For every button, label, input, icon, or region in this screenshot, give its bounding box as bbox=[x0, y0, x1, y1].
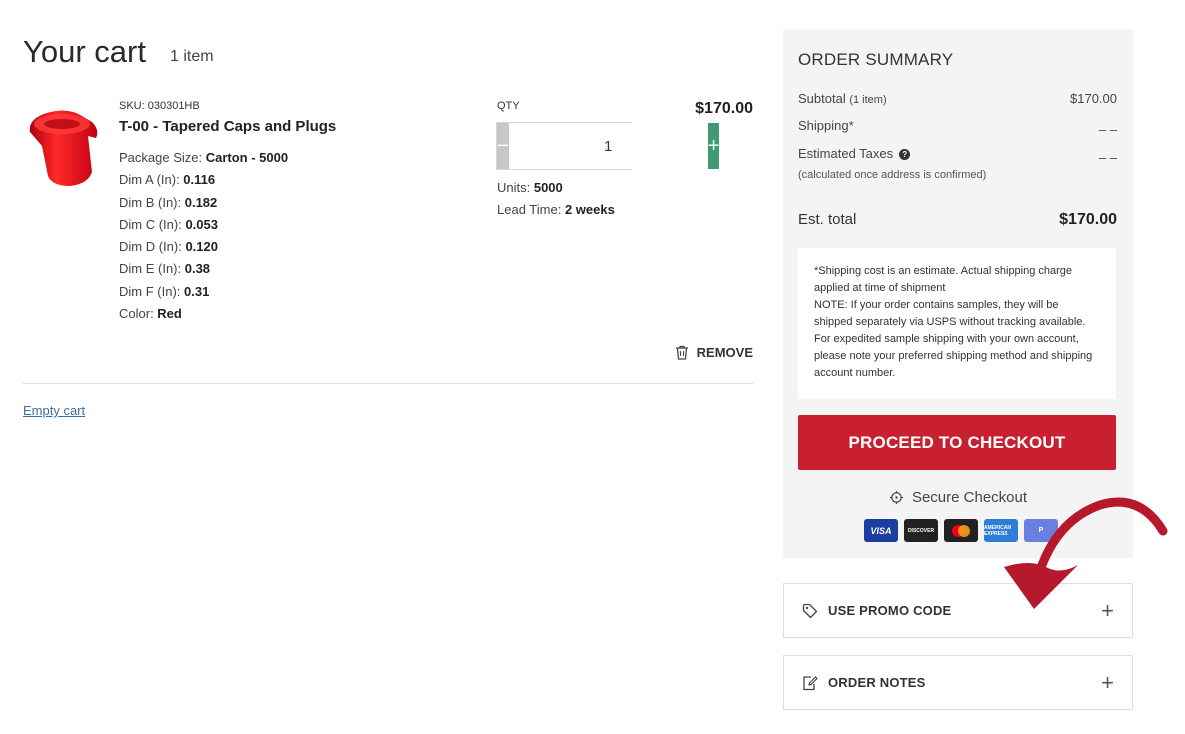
secure-checkout: Secure Checkout bbox=[783, 489, 1133, 506]
shipping-row: Shipping* – – bbox=[798, 118, 1117, 137]
qty-input[interactable] bbox=[508, 123, 708, 169]
amex-card-icon: AMERICAN EXPRESS bbox=[984, 519, 1018, 542]
product-attribute: Dim D (In): 0.120 bbox=[119, 239, 218, 255]
product-sku: SKU: 030301HB bbox=[119, 100, 200, 112]
estimated-total-label: Est. total bbox=[798, 211, 857, 228]
crosshair-icon bbox=[889, 490, 904, 505]
qty-increase-button[interactable]: + bbox=[707, 123, 720, 169]
shipping-value: – – bbox=[1098, 122, 1117, 137]
quantity-stepper: − + bbox=[496, 122, 720, 170]
order-notes-accordion[interactable]: ORDER NOTES + bbox=[783, 655, 1133, 710]
shipping-label: Shipping* bbox=[798, 118, 854, 133]
trash-icon bbox=[675, 345, 688, 360]
subtotal-value: $170.00 bbox=[1070, 91, 1117, 106]
plus-icon: + bbox=[1101, 669, 1114, 695]
taxes-note: (calculated once address is confirmed) bbox=[798, 169, 987, 181]
order-summary-panel: ORDER SUMMARY Subtotal (1 item) $170.00 … bbox=[783, 29, 1133, 558]
payment-cards: VISA DISCOVER AMERICAN EXPRESS P bbox=[864, 519, 1058, 542]
qty-label: QTY bbox=[497, 100, 520, 112]
secure-checkout-label: Secure Checkout bbox=[911, 489, 1028, 506]
product-attribute: Dim B (In): 0.182 bbox=[119, 194, 218, 210]
help-icon[interactable]: ? bbox=[899, 149, 911, 160]
lead-time-info: Lead Time: 2 weeks bbox=[497, 202, 615, 217]
divider bbox=[23, 383, 753, 384]
taxes-label: Estimated Taxes bbox=[798, 146, 894, 161]
product-attribute: Dim A (In): 0.116 bbox=[119, 172, 216, 188]
edit-note-icon bbox=[803, 675, 818, 690]
promo-code-label: USE PROMO CODE bbox=[828, 603, 952, 618]
estimated-total-row: Est. total $170.00 bbox=[798, 211, 1117, 229]
empty-cart-link[interactable]: Empty cart bbox=[23, 403, 85, 418]
remove-label: REMOVE bbox=[696, 345, 753, 360]
proceed-to-checkout-button[interactable]: PROCEED TO CHECKOUT bbox=[798, 415, 1116, 470]
units-info: Units: 5000 bbox=[497, 180, 563, 195]
product-attribute: Color: Red bbox=[119, 306, 182, 322]
subtotal-row: Subtotal (1 item) $170.00 bbox=[798, 91, 1117, 106]
product-name[interactable]: T-00 - Tapered Caps and Plugs bbox=[119, 118, 336, 135]
shipping-notice: *Shipping cost is an estimate. Actual sh… bbox=[798, 248, 1116, 399]
estimated-total-value: $170.00 bbox=[1059, 211, 1117, 228]
shipping-notice-estimate: *Shipping cost is an estimate. Actual sh… bbox=[814, 265, 1073, 294]
remove-button[interactable]: REMOVE bbox=[675, 345, 753, 360]
product-attribute: Package Size: Carton - 5000 bbox=[119, 150, 289, 165]
payment-card-icon: P bbox=[1024, 519, 1058, 542]
tag-icon bbox=[802, 603, 818, 618]
taxes-row: Estimated Taxes? – – bbox=[798, 146, 1117, 165]
product-attribute: Dim E (In): 0.38 bbox=[119, 261, 211, 277]
order-summary-title: ORDER SUMMARY bbox=[798, 50, 954, 69]
cart-item-count: 1 item bbox=[170, 48, 214, 65]
promo-code-accordion[interactable]: USE PROMO CODE + bbox=[783, 583, 1133, 638]
line-item-price: $170.00 bbox=[695, 100, 753, 117]
visa-card-icon: VISA bbox=[864, 519, 898, 542]
product-attribute: Dim F (In): 0.31 bbox=[119, 283, 210, 299]
qty-decrease-button[interactable]: − bbox=[497, 123, 509, 169]
subtotal-count: (1 item) bbox=[849, 94, 887, 106]
product-image[interactable] bbox=[26, 106, 102, 188]
page-title: Your cart bbox=[23, 34, 146, 69]
order-notes-label: ORDER NOTES bbox=[828, 675, 926, 690]
taxes-value: – – bbox=[1098, 150, 1117, 165]
discover-card-icon: DISCOVER bbox=[904, 519, 938, 542]
mastercard-icon bbox=[944, 519, 978, 542]
plus-icon: + bbox=[1101, 597, 1114, 623]
product-attribute: Dim C (In): 0.053 bbox=[119, 216, 218, 232]
subtotal-label: Subtotal bbox=[798, 91, 846, 106]
product-details: SKU: 030301HB T-00 - Tapered Caps and Pl… bbox=[119, 100, 336, 325]
shipping-notice-samples: NOTE: If your order contains samples, th… bbox=[814, 299, 1093, 379]
